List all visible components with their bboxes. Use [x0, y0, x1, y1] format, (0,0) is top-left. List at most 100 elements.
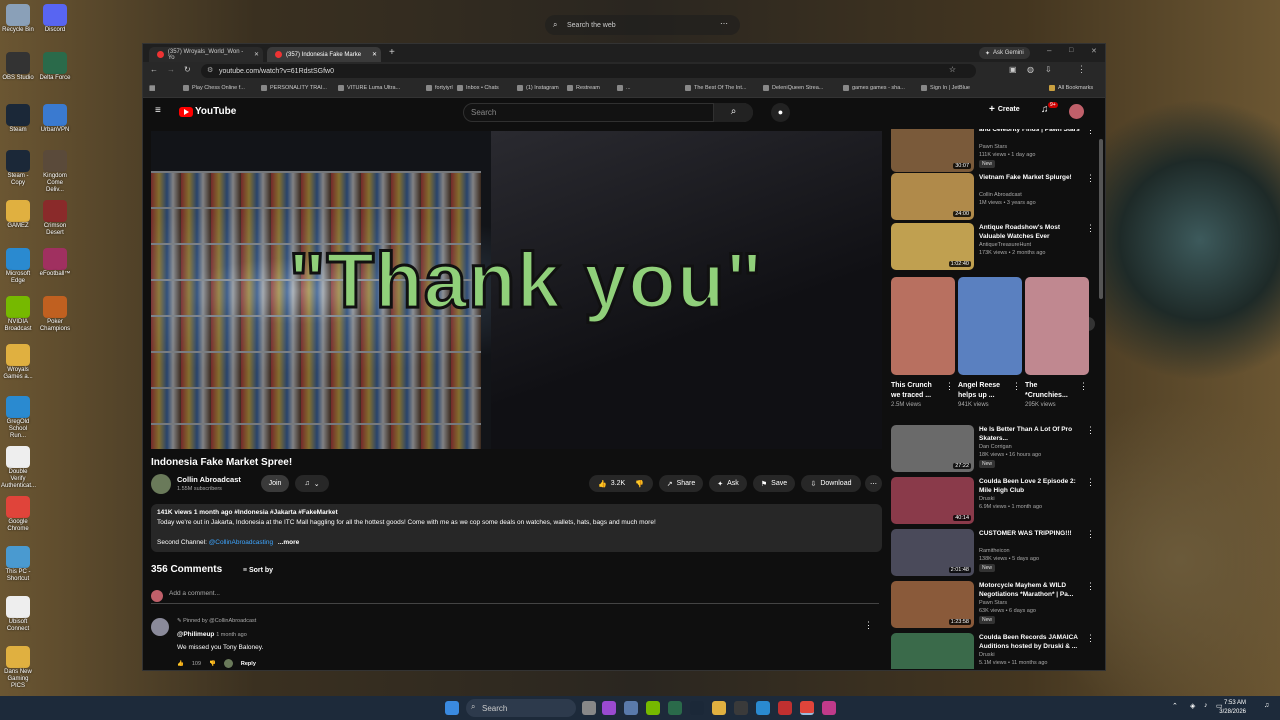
bookmark-item[interactable]: Sign In | JetBlue	[921, 85, 970, 91]
video-thumbnail[interactable]: 1:23:58	[891, 581, 974, 628]
short-menu-icon[interactable]: ⋮	[1012, 381, 1021, 392]
related-video-title[interactable]: Motorcycle Mayhem & WILD Negotiations *M…	[979, 581, 1083, 599]
related-video[interactable]: 1:23:58 Motorcycle Mayhem & WILD Negotiat…	[891, 581, 1095, 631]
desktop-icon[interactable]: This PC - Shortcut	[1, 546, 35, 583]
bookmark-item[interactable]: (1) Instagram	[517, 85, 559, 91]
related-video-title[interactable]: and Celebrity Finds | Pawn Stars	[979, 129, 1083, 134]
related-video-title[interactable]: Vietnam Fake Market Splurge!	[979, 173, 1083, 182]
edge-icon[interactable]	[756, 701, 770, 715]
bookmark-item[interactable]: ...	[617, 85, 631, 91]
video-thumbnail[interactable]	[891, 633, 974, 669]
bookmark-item[interactable]: Play Chess Online f...	[183, 85, 245, 91]
desktop-icon[interactable]: Kingdom Come Deliv...	[38, 150, 72, 194]
related-video[interactable]: 27:22 He Is Better Than A Lot Of Pro Skat…	[891, 425, 1095, 475]
share-button[interactable]: ↗ Share	[659, 475, 703, 492]
bookmark-item[interactable]: Inbox • Chats	[457, 85, 499, 91]
create-button[interactable]: + Create	[989, 104, 1020, 115]
task-view-icon[interactable]	[582, 701, 596, 715]
related-video-channel[interactable]: AntiqueTreasureHunt	[979, 241, 1031, 249]
file-explorer-icon[interactable]	[712, 701, 726, 715]
join-button[interactable]: Join	[261, 475, 289, 492]
ask-button[interactable]: ✦ Ask	[709, 475, 747, 492]
more-actions-button[interactable]: ⋯	[865, 475, 882, 492]
desktop-icon[interactable]: Wroyals Games a...	[1, 344, 35, 381]
short-title[interactable]: The *Crunchies...	[1025, 381, 1073, 401]
short-thumbnail[interactable]	[1025, 277, 1089, 375]
related-video[interactable]: 2:01:48 CUSTOMER WAS TRIPPING!!! Ramitheic…	[891, 529, 1095, 579]
bookmark-star-icon[interactable]: ☆	[949, 65, 956, 74]
app-icon[interactable]	[778, 701, 792, 715]
thumbs-down-icon[interactable]: 👎	[209, 661, 216, 667]
desktop-icon[interactable]: Delta Force	[38, 52, 72, 82]
video-thumbnail[interactable]: 30:07	[891, 129, 974, 172]
url-bar[interactable]: ⚙ youtube.com/watch?v=61RdstSGfw0 ☆	[201, 64, 976, 78]
desktop-icon[interactable]: eFootball™	[38, 248, 72, 278]
tray-chevron-icon[interactable]: ⌃	[1172, 702, 1178, 710]
all-bookmarks[interactable]: All Bookmarks	[1049, 85, 1093, 91]
commenter-avatar[interactable]	[151, 618, 169, 636]
short-menu-icon[interactable]: ⋮	[945, 381, 954, 392]
video-menu-icon[interactable]: ⋮	[1086, 129, 1095, 136]
close-window-icon[interactable]: ✕	[1091, 47, 1097, 55]
related-video-title[interactable]: He Is Better Than A Lot Of Pro Skaters..…	[979, 425, 1083, 443]
sidebar-scrollbar[interactable]	[1099, 139, 1103, 299]
thumbs-up-icon[interactable]: 👍	[177, 661, 184, 667]
video-menu-icon[interactable]: ⋮	[1086, 173, 1095, 184]
widgets-icon[interactable]	[602, 701, 616, 715]
site-info-icon[interactable]: ⚙	[207, 66, 213, 74]
desktop-icon[interactable]: Recycle Bin	[1, 4, 35, 34]
channel-avatar[interactable]	[151, 474, 171, 494]
xbox-icon[interactable]	[668, 701, 682, 715]
settings-icon[interactable]	[624, 701, 638, 715]
video-menu-icon[interactable]: ⋮	[1086, 529, 1095, 540]
related-video[interactable]: Coulda Been Records JAMAICA Auditions ho…	[891, 633, 1095, 669]
desktop-icon[interactable]: Steam	[1, 104, 35, 134]
related-video-channel[interactable]: Pawn Stars	[979, 599, 1007, 607]
description-box[interactable]: 141K views 1 month ago #Indonesia #Jakar…	[151, 504, 882, 552]
desktop-icon[interactable]: GAMEZ	[1, 200, 35, 230]
show-more-link[interactable]: ...more	[278, 539, 299, 546]
youtube-search-input[interactable]: Search ⌕	[463, 103, 753, 122]
desktop-icon[interactable]: UrbanVPN	[38, 104, 72, 134]
chrome-icon[interactable]	[800, 701, 814, 715]
short-title[interactable]: Angel Reese helps up ...	[958, 381, 1006, 401]
apps-icon[interactable]: ▦	[149, 84, 156, 92]
related-video-title[interactable]: Coulda Been Records JAMAICA Auditions ho…	[979, 633, 1083, 651]
video-player[interactable]: "Thank you"	[151, 131, 882, 449]
nvidia-icon[interactable]	[646, 701, 660, 715]
thumbs-down-icon[interactable]: 👎	[635, 480, 644, 488]
maximize-icon[interactable]: □	[1069, 47, 1073, 54]
tab-wroyals[interactable]: (357) Wroyals_World_Won - Yo ✕	[149, 47, 263, 62]
channel-name[interactable]: Collin Abroadcast	[177, 475, 241, 484]
related-video-channel[interactable]: Ramitheicon	[979, 547, 1010, 555]
downloads-icon[interactable]: ⇩	[1045, 65, 1052, 74]
forward-icon[interactable]: →	[167, 65, 175, 74]
short-menu-icon[interactable]: ⋮	[1079, 381, 1088, 392]
related-video[interactable]: 1:02:40 Antique Roadshow's Most Valuable …	[891, 223, 1095, 273]
steam-icon[interactable]	[690, 701, 704, 715]
video-menu-icon[interactable]: ⋮	[1086, 581, 1095, 592]
back-icon[interactable]: ←	[150, 65, 158, 74]
video-menu-icon[interactable]: ⋮	[1086, 425, 1095, 436]
video-thumbnail[interactable]: 27:22	[891, 425, 974, 472]
video-menu-icon[interactable]: ⋮	[1086, 223, 1095, 234]
short-thumbnail[interactable]	[958, 277, 1022, 375]
reload-icon[interactable]: ↻	[184, 65, 191, 74]
download-button[interactable]: ⇩ Download	[801, 475, 861, 492]
hamburger-menu-icon[interactable]: ≡	[155, 105, 161, 116]
desktop-icon[interactable]: Ubisoft Connect	[1, 596, 35, 633]
close-icon[interactable]: ✕	[254, 51, 259, 58]
desktop-icon[interactable]: Google Chrome	[1, 496, 35, 533]
taskbar-clock[interactable]: 7:53 AM 3/28/2026	[1219, 699, 1246, 717]
related-video[interactable]: 24:00 Vietnam Fake Market Splurge! Collin …	[891, 173, 1095, 223]
desktop-icon[interactable]: OBS Studio	[1, 52, 35, 82]
related-video[interactable]: 30:07 and Celebrity Finds | Pawn Stars Paw…	[891, 129, 1095, 175]
app-icon-2[interactable]	[822, 701, 836, 715]
terminal-icon[interactable]	[734, 701, 748, 715]
tab-indonesia[interactable]: (357) Indonesia Fake Marke ✕	[267, 47, 381, 62]
second-channel-link[interactable]: @CollinAbroadcasting	[209, 539, 273, 546]
notifications-button[interactable]: ♫ ⌄	[295, 475, 329, 492]
related-video-channel[interactable]: Dan Corrigan	[979, 443, 1012, 451]
video-menu-icon[interactable]: ⋮	[1086, 633, 1095, 644]
related-video-channel[interactable]: Druski	[979, 495, 995, 503]
